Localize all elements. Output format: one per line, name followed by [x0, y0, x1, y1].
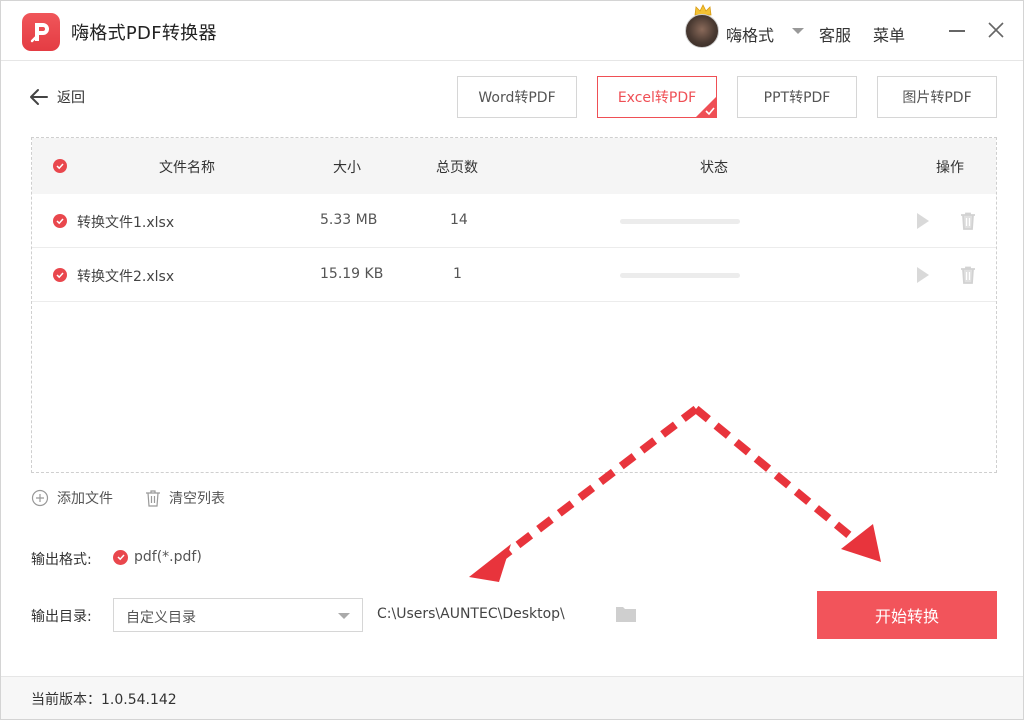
tab-label: Word转PDF — [478, 90, 556, 106]
plus-circle-icon — [31, 489, 49, 507]
clear-list-label: 清空列表 — [169, 491, 225, 507]
customer-service-button[interactable]: 客服 — [819, 22, 851, 46]
chevron-down-icon — [338, 613, 350, 619]
tab-label: PPT转PDF — [763, 90, 831, 106]
output-dir-select-value: 自定义目录 — [126, 610, 196, 626]
file-table: 文件名称 大小 总页数 状态 操作 转换文件1.xlsx 5.33 MB 14 — [31, 137, 997, 473]
app-window: 嗨格式PDF转换器 嗨格式 客服 菜单 返回 Word转PDF Excel转PD… — [0, 0, 1024, 720]
header-status: 状态 — [700, 160, 728, 176]
header-actions: 操作 — [936, 160, 964, 176]
output-format-value: pdf(*.pdf) — [134, 549, 202, 565]
trash-icon[interactable] — [958, 265, 978, 285]
tab-image-to-pdf[interactable]: 图片转PDF — [877, 76, 997, 118]
progress-bar — [620, 219, 740, 224]
close-icon[interactable] — [987, 21, 1005, 39]
file-name: 转换文件1.xlsx — [77, 215, 175, 231]
add-file-button[interactable]: 添加文件 — [31, 488, 113, 508]
title-bar: 嗨格式PDF转换器 嗨格式 客服 菜单 — [1, 1, 1023, 61]
output-format-option[interactable]: pdf(*.pdf) — [113, 549, 202, 565]
check-icon — [56, 272, 64, 279]
trash-icon — [146, 490, 160, 507]
table-header: 文件名称 大小 总页数 状态 操作 — [32, 138, 996, 194]
output-format-label: 输出格式: — [31, 552, 92, 568]
menu-button[interactable]: 菜单 — [873, 22, 905, 46]
tab-word-to-pdf[interactable]: Word转PDF — [457, 76, 577, 118]
row-checkbox[interactable] — [53, 214, 67, 228]
app-logo-icon — [22, 13, 60, 51]
status-bar: 当前版本：1.0.54.142 — [1, 676, 1023, 719]
play-icon[interactable] — [912, 211, 932, 231]
play-icon[interactable] — [912, 265, 932, 285]
tab-label: 图片转PDF — [902, 90, 972, 106]
file-pages: 1 — [453, 266, 462, 282]
version-label: 当前版本：1.0.54.142 — [31, 692, 177, 708]
tab-excel-to-pdf[interactable]: Excel转PDF — [597, 76, 717, 118]
header-size: 大小 — [333, 160, 361, 176]
file-size: 5.33 MB — [320, 212, 378, 228]
back-label: 返回 — [57, 90, 85, 106]
check-icon — [56, 218, 64, 225]
table-row: 转换文件1.xlsx 5.33 MB 14 — [32, 194, 996, 248]
folder-icon[interactable] — [615, 604, 637, 624]
tab-label: Excel转PDF — [617, 90, 697, 106]
arrow-left-icon — [30, 89, 48, 105]
check-circle-icon — [113, 549, 128, 565]
username-label[interactable]: 嗨格式 — [726, 22, 774, 46]
header-name: 文件名称 — [159, 160, 215, 176]
selected-corner-check-icon — [695, 96, 717, 118]
add-file-label: 添加文件 — [57, 491, 113, 507]
clear-list-button[interactable]: 清空列表 — [145, 488, 225, 508]
output-dir-select[interactable]: 自定义目录 — [113, 598, 363, 632]
tab-ppt-to-pdf[interactable]: PPT转PDF — [737, 76, 857, 118]
app-title: 嗨格式PDF转换器 — [71, 23, 217, 44]
file-size: 15.19 KB — [320, 266, 384, 282]
file-name: 转换文件2.xlsx — [77, 269, 175, 285]
start-convert-button[interactable]: 开始转换 — [817, 591, 997, 639]
output-dir-label: 输出目录: — [31, 609, 92, 625]
user-avatar[interactable] — [685, 14, 719, 48]
minimize-icon[interactable] — [949, 19, 967, 41]
header-pages: 总页数 — [436, 160, 478, 176]
file-pages: 14 — [450, 212, 468, 228]
check-icon — [56, 163, 64, 170]
chevron-down-icon[interactable] — [792, 28, 804, 34]
select-all-checkbox[interactable] — [53, 159, 67, 173]
table-row: 转换文件2.xlsx 15.19 KB 1 — [32, 248, 996, 302]
back-button[interactable]: 返回 — [29, 87, 85, 107]
trash-icon[interactable] — [958, 211, 978, 231]
output-path: C:\Users\AUNTEC\Desktop\ — [377, 606, 565, 622]
progress-bar — [620, 273, 740, 278]
row-checkbox[interactable] — [53, 268, 67, 282]
